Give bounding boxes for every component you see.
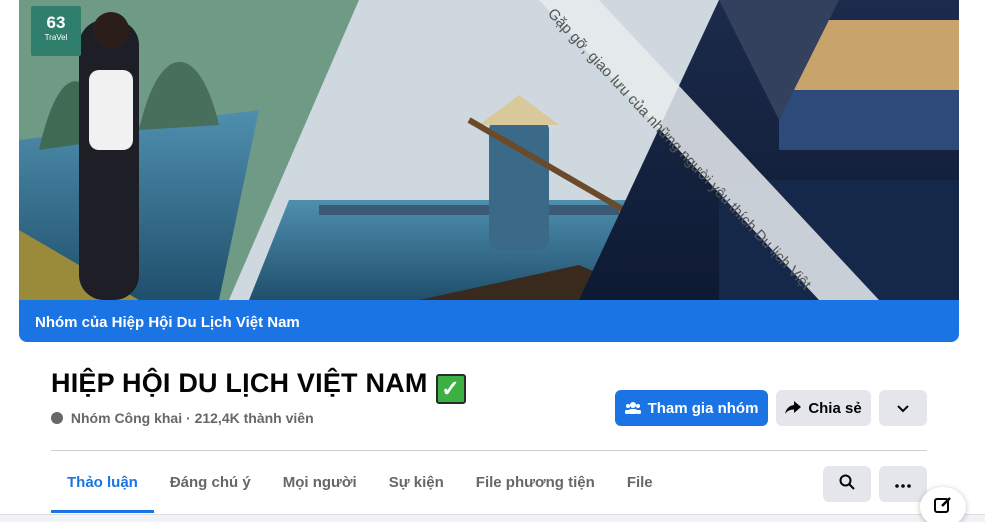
tab-events[interactable]: Sự kiện <box>373 451 460 513</box>
travel-logo: 63 TraVel <box>31 6 81 56</box>
verified-check-icon: ✓ <box>435 374 466 404</box>
join-group-label: Tham gia nhóm <box>647 399 759 417</box>
cover-collage: Gặp gỡ, giao lưu của những người yêu thí… <box>19 0 959 300</box>
group-search-button[interactable] <box>823 466 871 502</box>
meta-separator: · <box>186 410 191 426</box>
chevron-down-icon <box>897 400 909 417</box>
share-label: Chia sẻ <box>808 399 862 417</box>
group-type-banner[interactable]: Nhóm của Hiệp Hội Du Lịch Việt Nam <box>19 300 959 342</box>
page-title[interactable]: HIỆP HỘI DU LỊCH VIỆT NAM <box>51 368 428 398</box>
more-options-button[interactable] <box>879 390 927 426</box>
member-count[interactable]: 212,4K thành viên <box>195 410 314 426</box>
ellipsis-icon <box>895 475 911 493</box>
join-group-button[interactable]: Tham gia nhóm <box>615 390 768 426</box>
cover-photo[interactable]: Gặp gỡ, giao lưu của những người yêu thí… <box>19 0 959 300</box>
compose-button[interactable] <box>920 487 966 522</box>
tab-featured[interactable]: Đáng chú ý <box>154 451 267 513</box>
compose-icon <box>934 496 952 519</box>
people-icon <box>624 401 641 415</box>
group-title-row: HIỆP HỘI DU LỊCH VIỆT NAM ✓ <box>51 368 466 404</box>
share-button[interactable]: Chia sẻ <box>776 390 871 426</box>
logo-number: 63 <box>46 13 66 32</box>
feed-separator <box>0 514 985 522</box>
privacy-label: Nhóm Công khai <box>70 410 183 426</box>
search-icon <box>839 474 855 495</box>
logo-word: TraVel <box>44 33 68 42</box>
share-arrow-icon <box>785 401 802 415</box>
group-meta: Nhóm Công khai · 212,4K thành viên <box>51 410 314 426</box>
cover: Gặp gỡ, giao lưu của những người yêu thí… <box>19 0 959 342</box>
tab-files[interactable]: File <box>611 451 669 513</box>
tab-media[interactable]: File phương tiện <box>460 451 611 513</box>
tab-discussion[interactable]: Thảo luận <box>51 451 154 513</box>
group-tabs: Thảo luận Đáng chú ý Mọi người Sự kiện F… <box>51 451 669 513</box>
group-page: Gặp gỡ, giao lưu của những người yêu thí… <box>0 0 985 522</box>
tab-people[interactable]: Mọi người <box>267 451 373 513</box>
globe-icon <box>51 412 63 424</box>
tab-more-button[interactable] <box>879 466 927 502</box>
